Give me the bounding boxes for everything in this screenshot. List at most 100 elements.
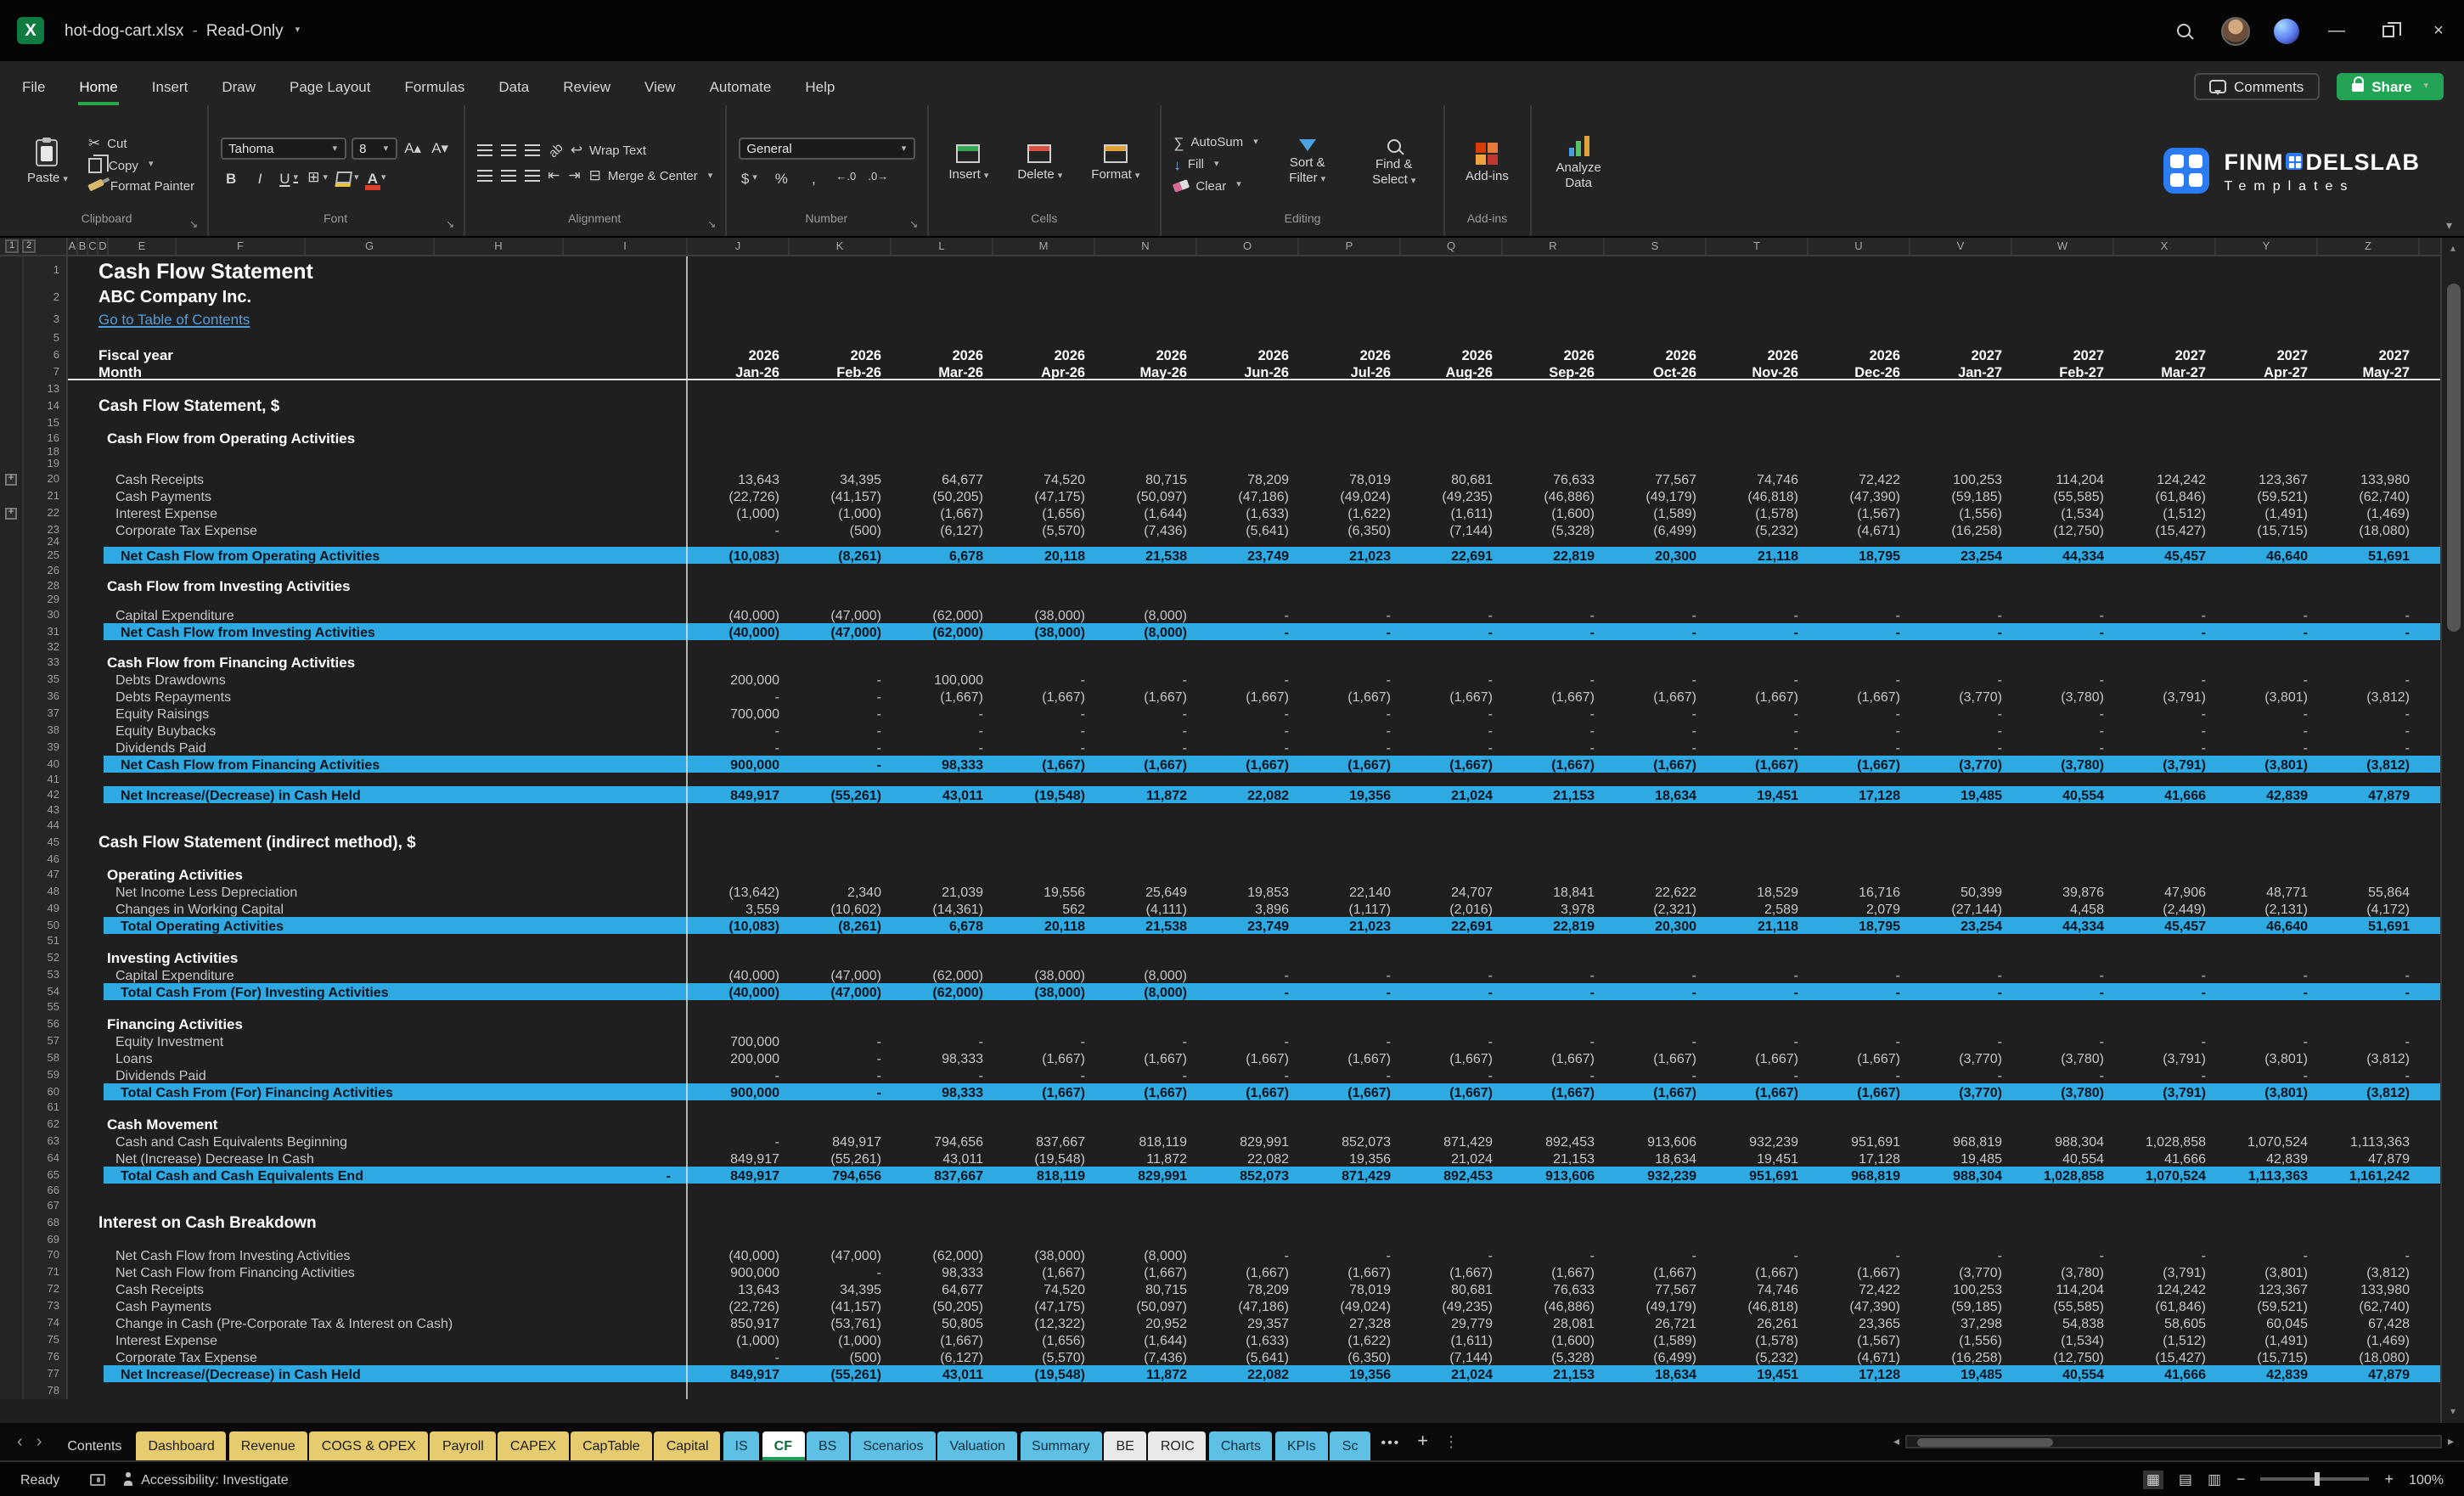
cell[interactable]: - [1910,607,2012,622]
cell[interactable]: - [688,522,790,537]
outline-expand-button[interactable]: + [5,473,17,485]
cell[interactable]: - [2318,967,2420,982]
cell[interactable]: 55,864 [2318,884,2420,899]
analyze-data-button[interactable]: Analyze Data [1543,132,1614,194]
cell[interactable]: 21,024 [1401,1150,1503,1166]
cell[interactable]: - [2216,740,2318,755]
cell[interactable]: 50,805 [892,1315,993,1330]
cell[interactable]: - [1910,723,2012,738]
row-label-cell[interactable]: Cash Flow Statement (indirect method), $ [68,834,688,852]
cell[interactable]: (4,172) [2318,901,2420,916]
cell[interactable]: 51,691 [2318,548,2420,563]
sheet-tab-cogs-opex[interactable]: COGS & OPEX [310,1431,428,1460]
row-label-cell[interactable] [68,773,688,786]
cell[interactable]: 21,153 [1503,1366,1605,1381]
cell[interactable]: (8,000) [1095,967,1197,982]
increase-decimal-button[interactable]: ←.0 [835,166,857,188]
cell[interactable]: (50,205) [892,488,993,503]
cell[interactable]: (3,812) [2318,1084,2420,1100]
cell[interactable]: - [2216,1033,2318,1049]
cell[interactable]: (1,667) [993,1050,1095,1066]
cell[interactable]: (15,427) [2114,522,2216,537]
cell[interactable]: - [1503,706,1605,721]
cell[interactable]: 21,153 [1503,787,1605,802]
cell[interactable]: (1,667) [1197,1084,1299,1100]
cell[interactable]: (1,644) [1095,505,1197,520]
outline-expand-button[interactable]: + [5,507,17,519]
page-layout-view-button[interactable]: ▤ [2179,1470,2192,1488]
cell[interactable]: (5,328) [1503,1349,1605,1364]
cell[interactable]: - [1910,984,2012,999]
row-number[interactable]: 5 [24,329,68,346]
cell[interactable]: (1,667) [1707,1084,1809,1100]
cell[interactable]: 11,872 [1095,1150,1197,1166]
sheet-tab-roic[interactable]: ROIC [1149,1431,1207,1460]
cell[interactable]: 22,082 [1197,1366,1299,1381]
row-label-cell[interactable]: Total Cash From (For) Financing Activiti… [68,1083,688,1100]
row-label-cell[interactable] [68,1100,688,1116]
cell[interactable]: - [790,1050,892,1066]
cell[interactable]: 19,485 [1910,1366,2012,1381]
cell[interactable]: - [2012,740,2114,755]
cell[interactable]: - [1707,984,1809,999]
cell[interactable]: - [1503,984,1605,999]
cell[interactable]: - [2216,984,2318,999]
cell[interactable]: 100,253 [1910,1281,2012,1296]
cell[interactable]: 818,119 [1095,1133,1197,1149]
row-label-cell[interactable]: Total Cash and Cash Equivalents End- [68,1167,688,1184]
cell[interactable]: - [1095,1067,1197,1083]
cell[interactable]: - [2012,1067,2114,1083]
cell[interactable]: - [2216,723,2318,738]
cell[interactable]: - [1605,1247,1707,1263]
cell[interactable]: - [1503,1033,1605,1049]
cell[interactable]: 829,991 [1197,1133,1299,1149]
cell[interactable]: (1,667) [1809,1264,1910,1279]
cell[interactable]: - [1095,740,1197,755]
cell[interactable]: 78,019 [1299,1281,1401,1296]
cell[interactable]: (1,000) [688,505,790,520]
cell[interactable]: (1,600) [1503,505,1605,520]
cell[interactable]: 2026 [688,347,790,363]
cell[interactable]: - [1197,1033,1299,1049]
column-header-R[interactable]: R [1503,238,1605,255]
cell[interactable]: (8,261) [790,548,892,563]
cell[interactable]: (5,232) [1707,1349,1809,1364]
cell[interactable]: 11,872 [1095,1366,1197,1381]
cell[interactable]: (50,097) [1095,488,1197,503]
cell[interactable]: 124,242 [2114,471,2216,486]
cell[interactable]: - [1401,740,1503,755]
cell[interactable]: - [2318,624,2420,639]
find-select-button[interactable]: Find & Select▾ [1357,136,1432,191]
cell[interactable]: (1,667) [1299,1084,1401,1100]
row-label-cell[interactable] [68,1000,688,1015]
cell[interactable]: (62,740) [2318,488,2420,503]
cell[interactable]: (1,512) [2114,505,2216,520]
cell[interactable]: (40,000) [688,967,790,982]
cell[interactable]: (8,000) [1095,607,1197,622]
cell[interactable]: Jun-26 [1197,364,1299,380]
percent-style-button[interactable]: % [770,166,792,188]
cell[interactable]: (1,611) [1401,1332,1503,1347]
cell[interactable]: (46,886) [1503,1298,1605,1313]
cell[interactable]: 29,779 [1401,1315,1503,1330]
menu-home[interactable]: Home [77,70,119,105]
cell[interactable]: (13,642) [688,884,790,899]
cell[interactable]: - [1605,607,1707,622]
row-label-cell[interactable]: Net Cash Flow from Investing Activities [68,623,688,640]
column-header-B[interactable]: B [78,238,88,255]
cell[interactable]: (7,144) [1401,1349,1503,1364]
row-label-cell[interactable]: Month [68,363,688,380]
cell[interactable]: 1,028,858 [2012,1167,2114,1183]
cell[interactable]: (1,667) [1401,689,1503,704]
cell[interactable]: 133,980 [2318,471,2420,486]
cell[interactable]: 80,681 [1401,471,1503,486]
cell[interactable]: 22,691 [1401,548,1503,563]
cell[interactable]: - [1197,706,1299,721]
cell[interactable]: 21,039 [892,884,993,899]
row-number[interactable]: 74 [24,1314,68,1331]
cell[interactable]: (1,556) [1910,1332,2012,1347]
column-header-E[interactable]: E [109,238,177,255]
close-button[interactable]: × [2413,0,2464,61]
column-header-Z[interactable]: Z [2318,238,2420,255]
cell[interactable]: 22,140 [1299,884,1401,899]
